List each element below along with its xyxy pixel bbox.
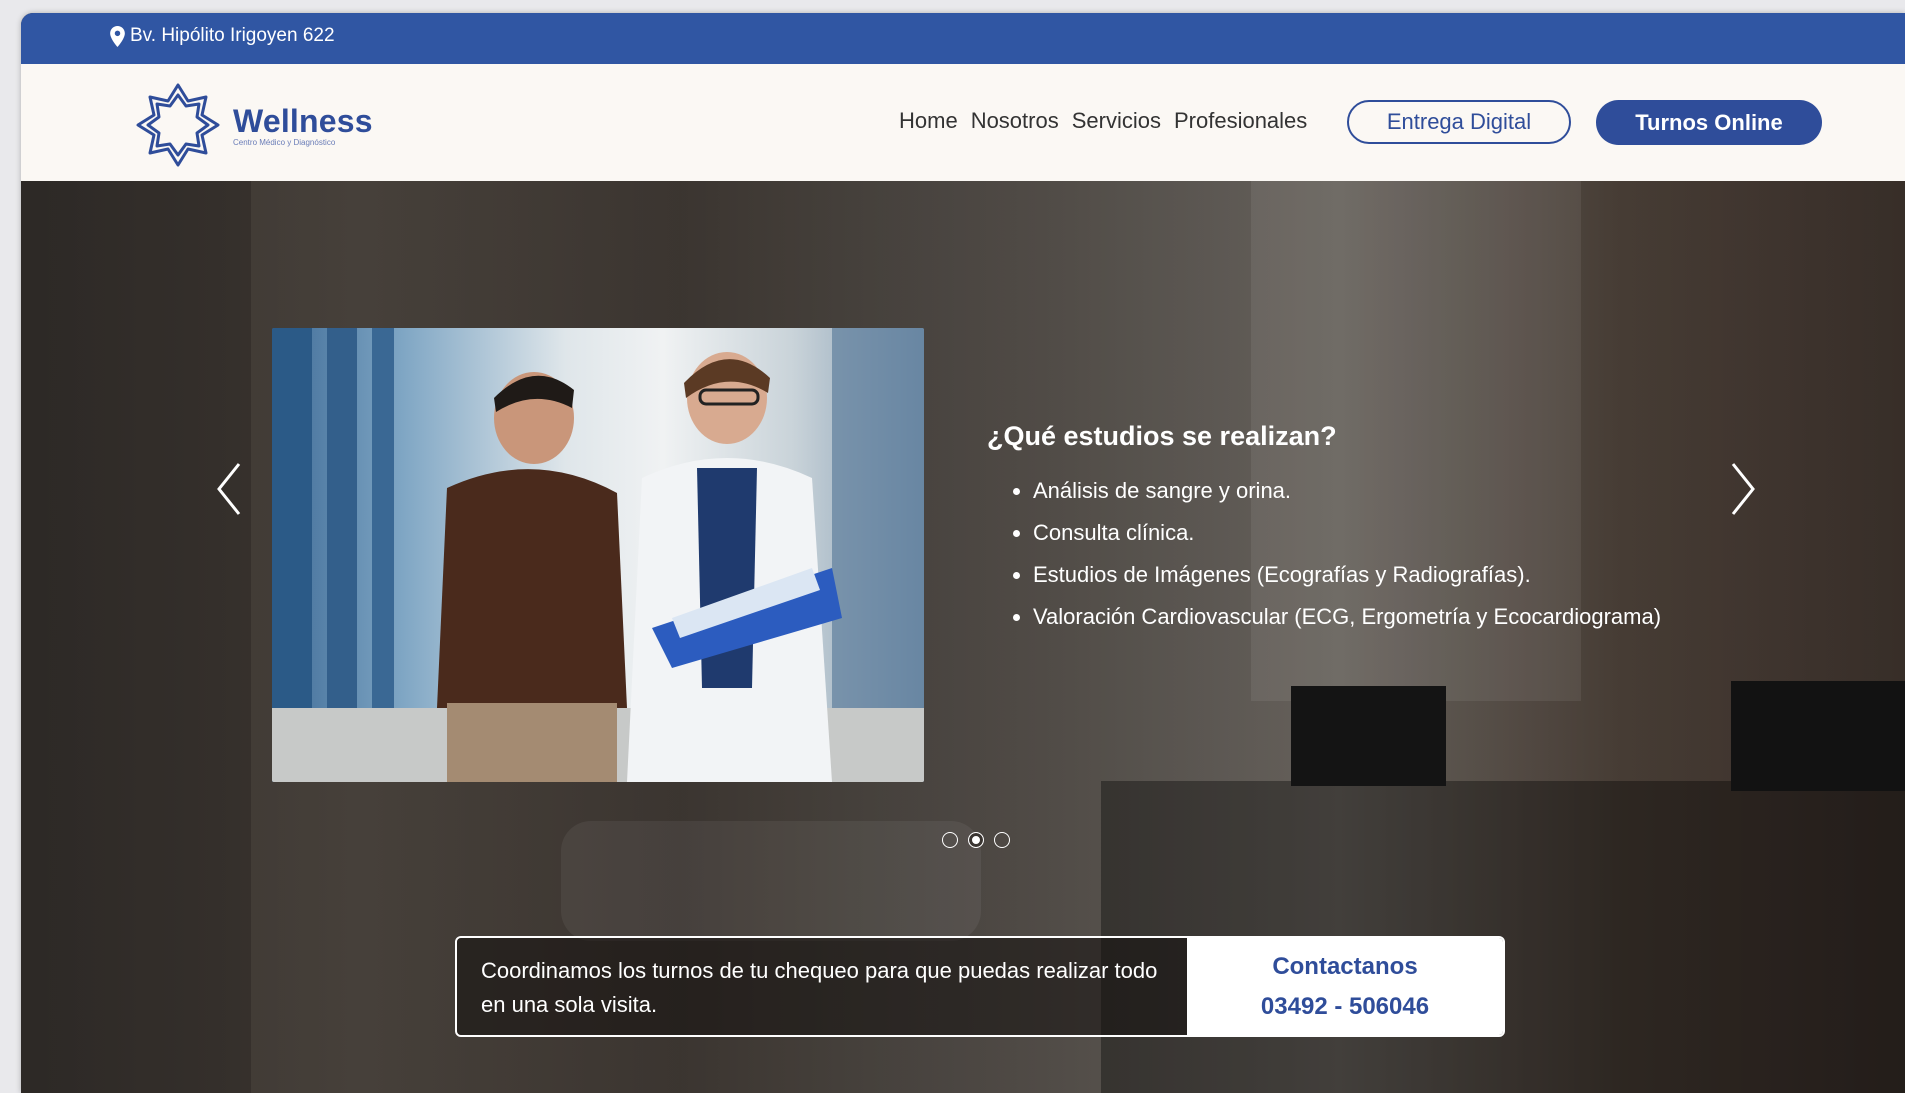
turnos-online-button[interactable]: Turnos Online <box>1596 100 1822 145</box>
doctor-patient-photo <box>272 328 924 782</box>
slide-title: ¿Qué estudios se realizan? <box>987 421 1337 451</box>
studies-list: Análisis de sangre y orina. Consulta clí… <box>987 470 1707 638</box>
brand-tagline: Centro Médico y Diagnóstico <box>233 137 336 147</box>
carousel-indicators <box>942 832 1010 848</box>
top-info-bar: Bv. Hipólito Irigoyen 622 <box>21 13 1905 64</box>
nav-profesionales[interactable]: Profesionales <box>1174 108 1307 134</box>
carousel-dot-1[interactable] <box>942 832 958 848</box>
contact-banner-text: Coordinamos los turnos de tu chequeo par… <box>457 938 1187 1035</box>
carousel-prev-arrow[interactable] <box>211 454 251 524</box>
contact-label: Contactanos <box>1272 952 1418 980</box>
list-item: Valoración Cardiovascular (ECG, Ergometr… <box>1033 596 1707 638</box>
nav-servicios[interactable]: Servicios <box>1072 108 1161 134</box>
browser-page: Bv. Hipólito Irigoyen 622 Wellness Centr… <box>21 13 1905 1093</box>
contact-banner: Coordinamos los turnos de tu chequeo par… <box>455 936 1505 1037</box>
list-item: Estudios de Imágenes (Ecografías y Radio… <box>1033 554 1707 596</box>
address-text: Bv. Hipólito Irigoyen 622 <box>130 25 335 46</box>
nav-home[interactable]: Home <box>899 108 958 134</box>
entrega-digital-button[interactable]: Entrega Digital <box>1347 100 1571 144</box>
location-pin-icon <box>110 25 125 47</box>
address: Bv. Hipólito Irigoyen 622 <box>110 25 335 47</box>
carousel-next-arrow[interactable] <box>1721 454 1761 524</box>
list-item: Consulta clínica. <box>1033 512 1707 554</box>
carousel-dot-3[interactable] <box>994 832 1010 848</box>
contact-phone[interactable]: 03492 - 506046 <box>1261 987 1429 1027</box>
contact-button[interactable]: Contactanos 03492 - 506046 <box>1187 938 1503 1035</box>
main-menu: Home Nosotros Servicios Profesionales <box>899 108 1307 134</box>
nav-nosotros[interactable]: Nosotros <box>971 108 1059 134</box>
brand-name: Wellness <box>233 102 373 139</box>
slide-content: ¿Qué estudios se realizan? Análisis de s… <box>987 421 1707 638</box>
main-header: Wellness Centro Médico y Diagnóstico Hom… <box>21 64 1905 181</box>
hero-carousel: ¿Qué estudios se realizan? Análisis de s… <box>21 181 1905 1093</box>
list-item: Análisis de sangre y orina. <box>1033 470 1707 512</box>
star-logo-icon <box>136 83 220 167</box>
brand-logo[interactable]: Wellness Centro Médico y Diagnóstico <box>135 82 373 168</box>
carousel-dot-2[interactable] <box>968 832 984 848</box>
